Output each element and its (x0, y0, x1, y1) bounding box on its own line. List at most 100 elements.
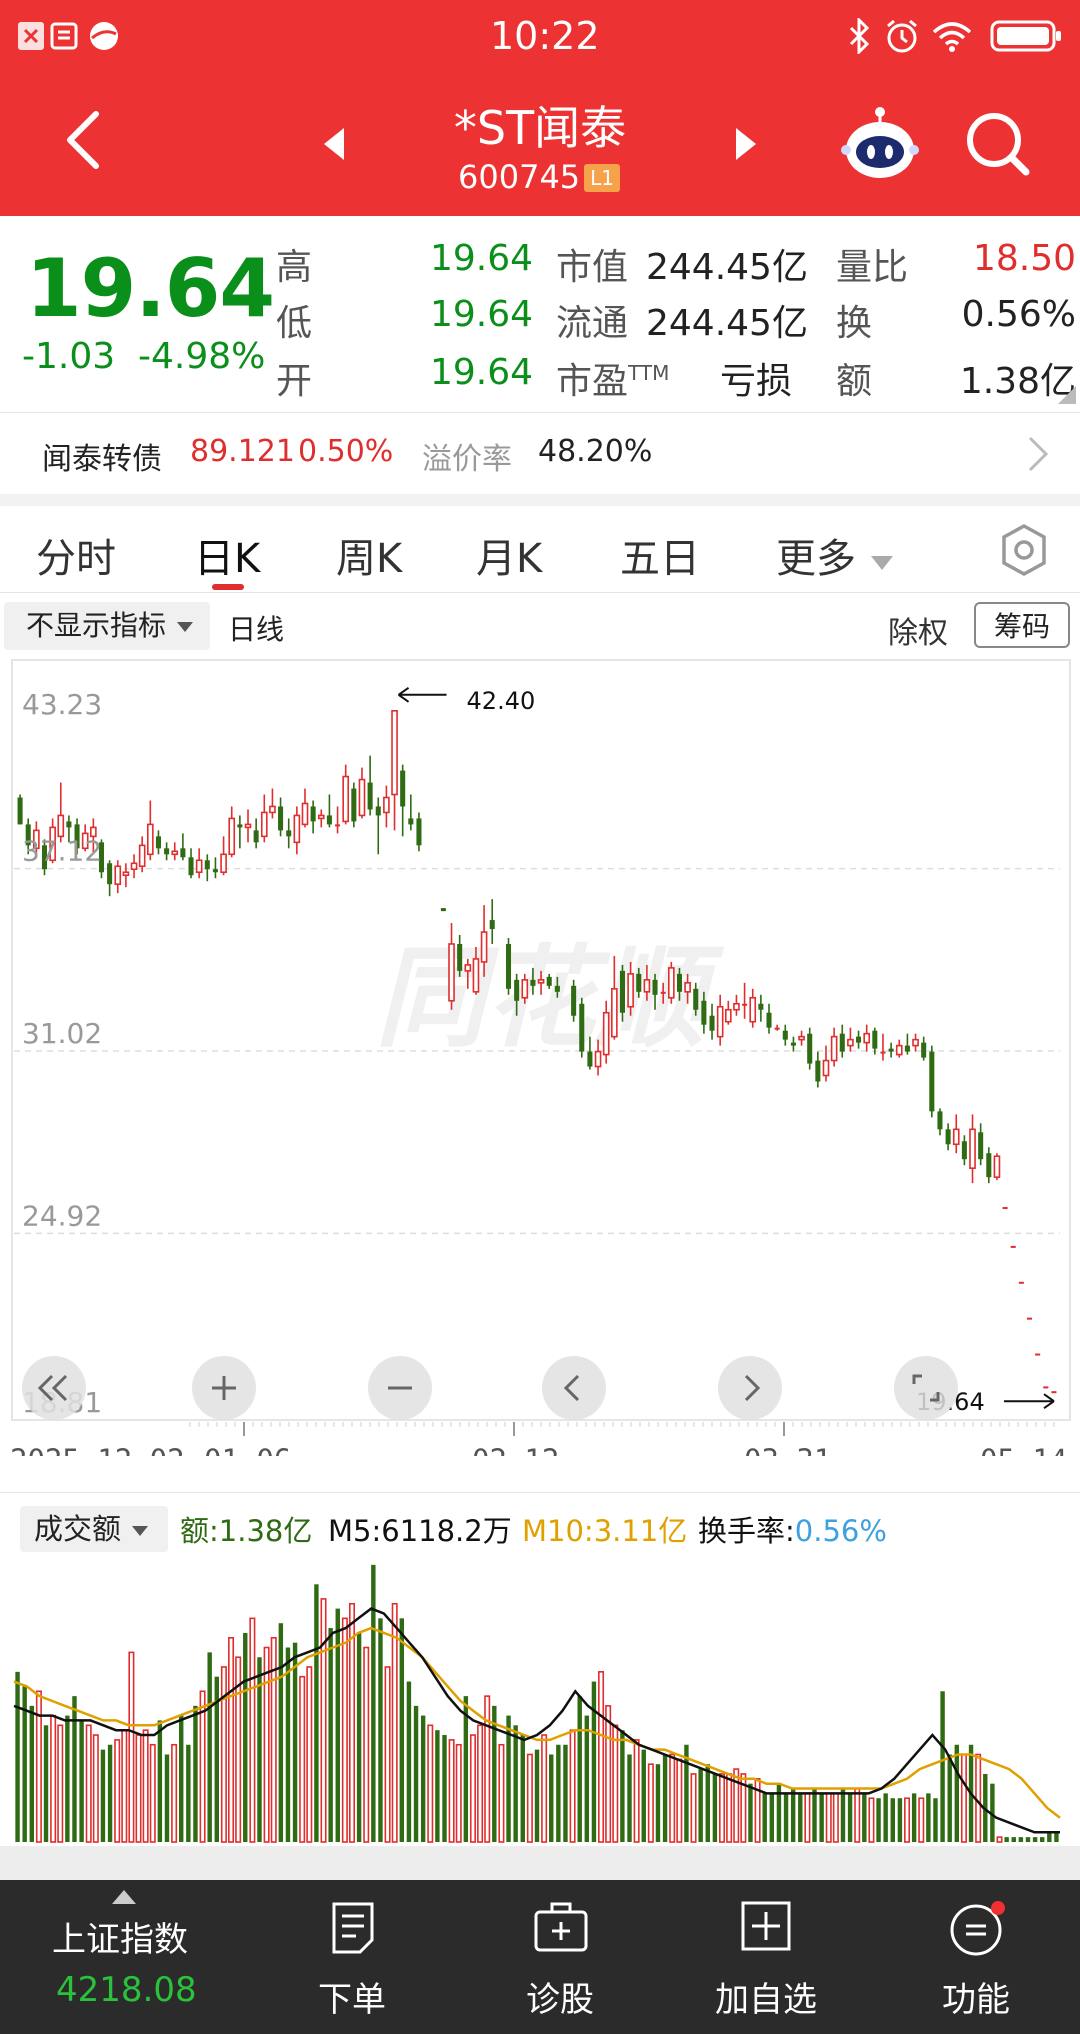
volratio-value: 18.50 (972, 238, 1076, 279)
candlestick-chart[interactable]: 同花顺 43.2337.1231.0224.9218.81 42.4019.64… (0, 656, 1080, 1456)
volume-bar (469, 1734, 476, 1843)
volume-bar (85, 1724, 92, 1843)
divider (0, 592, 1080, 593)
zoom-out-button[interactable] (368, 1356, 432, 1420)
index-name: 上证指数 (52, 1920, 188, 1960)
status-time: 10:22 (490, 14, 600, 58)
current-price: 19.64 (26, 242, 275, 335)
candle-body (146, 823, 154, 856)
volume-bar (854, 1787, 861, 1843)
y-tick-label: 24.92 (22, 1199, 102, 1232)
nav-add-watchlist-label: 加自选 (715, 1980, 817, 2020)
zoom-in-button[interactable] (192, 1356, 256, 1420)
volume-bar (356, 1632, 362, 1842)
x-axis: 2025-12-02 01-06 02-12 03-31 05-14 (10, 1422, 1067, 1456)
volume-bar (812, 1788, 817, 1842)
next-stock-button[interactable] (730, 124, 762, 164)
volume-bar (862, 1793, 867, 1842)
volume-bar (384, 1666, 391, 1843)
candle-body (17, 797, 23, 825)
volume-bar (378, 1618, 383, 1842)
volume-chart (13, 1564, 1061, 1843)
volume-bar (876, 1798, 881, 1842)
open-value: 19.64 (430, 352, 534, 393)
chips-button[interactable]: 筹码 (974, 602, 1070, 648)
volume-bar (442, 1735, 447, 1842)
candle-body (188, 857, 194, 876)
exright-button[interactable]: 除权 (888, 608, 948, 652)
candle-body (602, 1011, 610, 1056)
plus-icon (212, 1376, 236, 1400)
volume-bar (399, 1618, 405, 1842)
candle-body (310, 806, 316, 822)
candle-body (383, 796, 390, 814)
candle-body (579, 1003, 585, 1052)
candle-body (114, 865, 122, 885)
candle-body (326, 815, 332, 825)
tab-monthly-k[interactable]: 月K (476, 526, 542, 584)
indicator-selector[interactable]: 不显示指标 (4, 602, 210, 650)
volume-bar (960, 1753, 967, 1843)
candle-body (961, 1141, 967, 1160)
volume-bars (15, 1564, 1059, 1843)
nav-diagnose[interactable]: 诊股 (460, 1880, 660, 2034)
tab-weekly-k[interactable]: 周K (336, 526, 402, 584)
volume-bar (933, 1798, 938, 1842)
y-tick-label: 43.23 (22, 688, 102, 721)
volume-bar (520, 1735, 525, 1842)
candle-body (400, 770, 406, 807)
candle-body (358, 778, 366, 817)
volume-bar (513, 1725, 518, 1842)
pan-right-button[interactable] (718, 1356, 782, 1420)
volume-bar (186, 1744, 191, 1842)
rewind-button[interactable] (22, 1356, 86, 1420)
search-button[interactable] (962, 108, 1034, 180)
candle-body (122, 871, 130, 877)
robot-assistant-button[interactable] (840, 104, 920, 184)
pan-left-button[interactable] (542, 1356, 606, 1420)
chart-settings-button[interactable] (998, 522, 1050, 578)
tab-daily-k[interactable]: 日K (194, 526, 260, 584)
convertible-bond-row[interactable]: 闻泰转债 89.121 0.50% 溢价率 48.20% (0, 412, 1080, 492)
candle-body (929, 1051, 935, 1112)
candle-body (839, 1033, 845, 1052)
chevron-left-icon (563, 1374, 580, 1402)
volume-bar (107, 1744, 113, 1842)
volume-bar (1025, 1837, 1031, 1842)
alarm-icon (884, 18, 920, 54)
nav-functions-label: 功能 (942, 1980, 1010, 2020)
volume-bar (904, 1797, 911, 1843)
candle-body (724, 1008, 732, 1023)
volume-indicator-selector[interactable]: 成交额 (20, 1506, 168, 1552)
volume-bar (199, 1690, 206, 1843)
nav-add-watchlist[interactable]: 加自选 (666, 1880, 866, 2034)
tab-more[interactable]: 更多 (776, 526, 895, 584)
volume-bar (79, 1720, 84, 1842)
volume-bar (363, 1646, 370, 1843)
candle-body (416, 818, 422, 846)
market-index-button[interactable]: 上证指数 4218.08 (0, 1880, 250, 2034)
fullscreen-button[interactable] (894, 1356, 958, 1420)
candle-body (195, 859, 203, 874)
volume-bar (249, 1617, 256, 1843)
candle-body (408, 818, 414, 825)
tab-five-day[interactable]: 五日 (620, 526, 700, 584)
indicator-label: 不显示指标 (26, 609, 167, 642)
nav-functions[interactable]: 功能 (876, 1880, 1076, 2034)
volume-bar (726, 1773, 733, 1843)
expand-corner-icon[interactable] (1058, 386, 1076, 404)
volume-bar (1040, 1837, 1045, 1842)
candle-body (269, 805, 276, 814)
tab-intraday[interactable]: 分时 (36, 526, 116, 584)
nav-order[interactable]: 下单 (252, 1880, 452, 2034)
volume-bar (676, 1758, 683, 1843)
candle-body (822, 1059, 830, 1077)
x-tick-label: 2025-12-02 (10, 1443, 185, 1456)
volume-bar (762, 1793, 767, 1842)
candle-body (1018, 1281, 1024, 1284)
nav-diagnose-label: 诊股 (526, 1980, 594, 2020)
level1-badge: L1 (584, 164, 620, 192)
candle-body (895, 1044, 903, 1056)
volume-bar (413, 1705, 419, 1842)
volume-bar (940, 1691, 945, 1842)
